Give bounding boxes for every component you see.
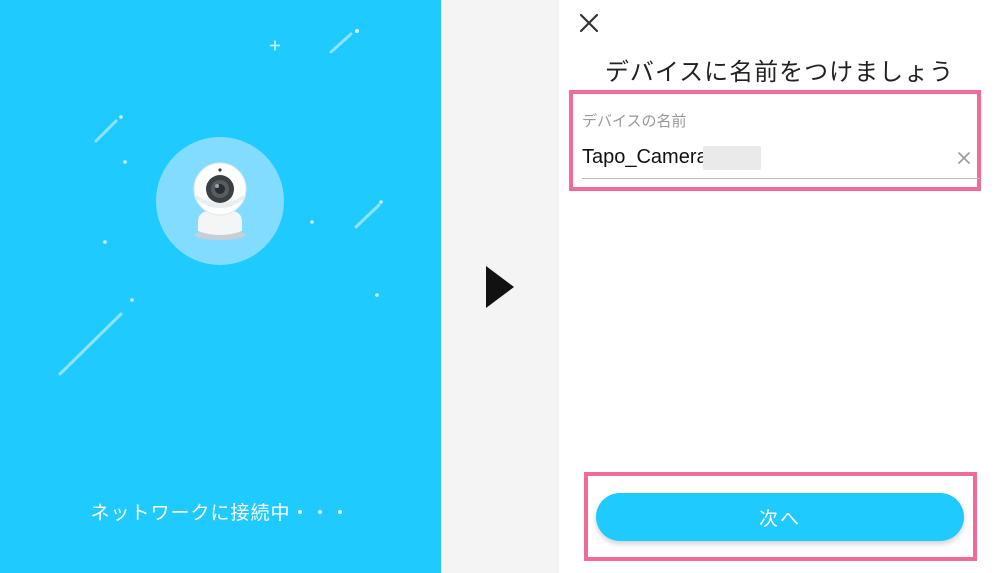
play-arrow-icon (486, 266, 514, 308)
next-button-highlight: 次へ (584, 472, 977, 561)
next-button[interactable]: 次へ (596, 493, 964, 541)
connecting-screen: ネットワークに接続中・・・ (0, 0, 441, 573)
redacted-suffix (703, 146, 761, 170)
camera-circle (156, 137, 284, 265)
device-name-label: デバイスの名前 (582, 112, 687, 130)
page-title: デバイスに名前をつけましょう (604, 58, 955, 86)
clear-icon[interactable] (958, 152, 970, 164)
input-underline (582, 178, 980, 179)
background-decoration (58, 29, 383, 376)
connecting-status-text: ネットワークに接続中・・・ (90, 502, 351, 524)
close-icon[interactable] (578, 12, 600, 34)
device-name-screen: デバイスに名前をつけましょう デバイスの名前 次へ (559, 0, 1000, 573)
ip-camera-icon (193, 162, 247, 240)
device-name-highlight: デバイスの名前 (569, 90, 981, 191)
